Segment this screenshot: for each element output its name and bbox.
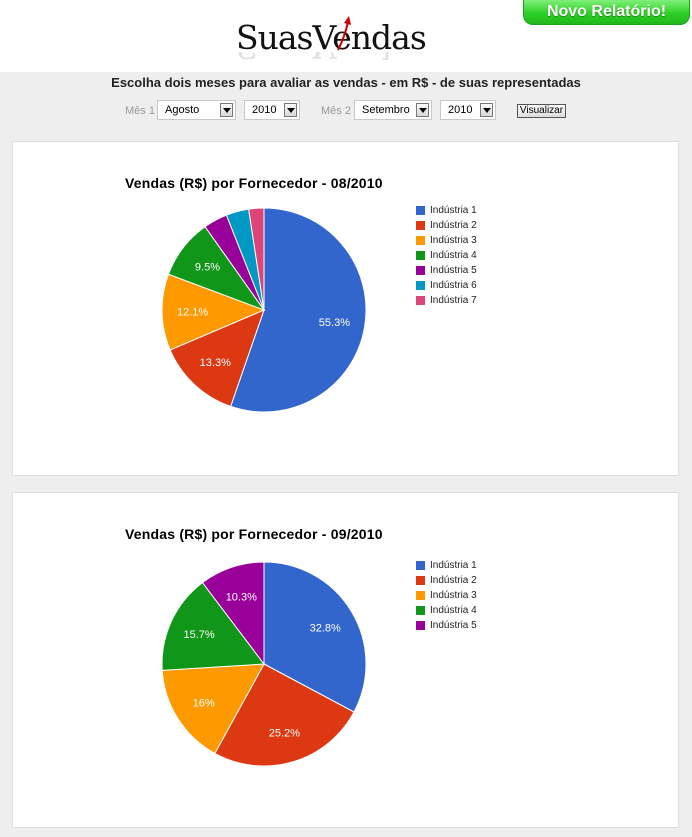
slice-value-label: 32.8% [310, 622, 341, 634]
month2-label: Mês 2 [321, 105, 351, 117]
year2-select[interactable]: 2010 [440, 100, 496, 120]
legend-swatch [416, 576, 425, 585]
legend-label: Indústria 3 [430, 235, 477, 246]
legend-swatch [416, 621, 425, 630]
chevron-down-icon[interactable] [416, 103, 429, 117]
pie-chart-september: 32.8% 25.2% 16% 15.7% 10.3% [161, 561, 367, 767]
visualize-button[interactable]: Visualizar [517, 104, 566, 118]
legend-label: Indústria 5 [430, 265, 477, 276]
legend-swatch [416, 281, 425, 290]
slice-value-label: 55.3% [319, 317, 350, 329]
chart-panel-september: Vendas (R$) por Fornecedor - 09/2010 32.… [12, 492, 679, 828]
logo: SuasVendas SuasVendas [236, 14, 436, 66]
slice-value-label: 25.2% [269, 727, 300, 739]
legend-swatch [416, 236, 425, 245]
year1-value: 2010 [252, 104, 277, 116]
logo-reflection: SuasVendas [236, 52, 426, 66]
year2-value: 2010 [448, 104, 473, 116]
month1-select[interactable]: Agosto [157, 100, 236, 120]
trend-arrow-icon [337, 16, 351, 51]
legend-label: Indústria 5 [430, 620, 477, 631]
month2-select[interactable]: Setembro [354, 100, 432, 120]
legend-label: Indústria 4 [430, 250, 477, 261]
legend-swatch [416, 221, 425, 230]
legend-label: Indústria 1 [430, 560, 477, 571]
legend-swatch [416, 296, 425, 305]
chevron-down-icon[interactable] [284, 103, 297, 117]
legend-label: Indústria 1 [430, 205, 477, 216]
legend-swatch [416, 606, 425, 615]
legend-swatch [416, 206, 425, 215]
new-report-button[interactable]: Novo Relatório! [523, 0, 690, 25]
year1-select[interactable]: 2010 [244, 100, 300, 120]
legend-label: Indústria 4 [430, 605, 477, 616]
chevron-down-icon[interactable] [480, 103, 493, 117]
slice-value-label: 9.5% [195, 261, 220, 273]
month1-value: Agosto [165, 104, 200, 116]
legend-swatch [416, 251, 425, 260]
legend-swatch [416, 591, 425, 600]
slice-value-label: 16% [193, 697, 215, 709]
month2-value: Setembro [362, 104, 410, 116]
legend-swatch [416, 561, 425, 570]
pie-chart-august: 55.3% 13.3% 12.1% 9.5% [161, 207, 367, 413]
top-bar: SuasVendas SuasVendas Novo Relatório! [0, 0, 692, 72]
slice-value-label: 12.1% [177, 307, 208, 319]
slice-value-label: 10.3% [226, 591, 257, 603]
legend-swatch [416, 266, 425, 275]
legend-label: Indústria 7 [430, 295, 477, 306]
chevron-down-icon[interactable] [220, 103, 233, 117]
month1-label: Mês 1 [125, 105, 155, 117]
page-subtitle: Escolha dois meses para avaliar as venda… [111, 75, 581, 90]
legend-label: Indústria 2 [430, 575, 477, 586]
legend-label: Indústria 2 [430, 220, 477, 231]
legend-label: Indústria 6 [430, 280, 477, 291]
slice-value-label: 13.3% [200, 357, 231, 369]
slice-value-label: 15.7% [184, 629, 215, 641]
month-selector-form: Mês 1 Agosto 2010 Mês 2 Setembro 2010 [0, 100, 692, 122]
legend-label: Indústria 3 [430, 590, 477, 601]
chart-panel-august: Vendas (R$) por Fornecedor - 08/2010 55.… [12, 141, 679, 476]
